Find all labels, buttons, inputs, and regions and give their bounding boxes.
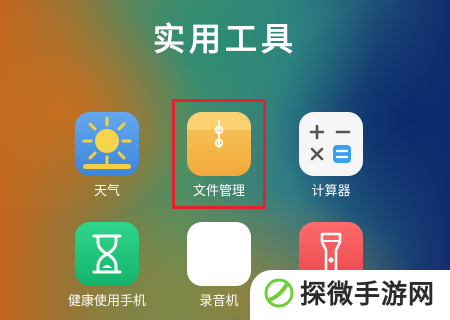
folder-title: 实用工具 (152, 20, 297, 58)
watermark-logo-icon (264, 278, 294, 308)
app-label-healthy-phone-use: 健康使用手机 (67, 294, 146, 309)
app-healthy-phone-use[interactable]: 健康使用手机 (52, 222, 162, 312)
hourglass-icon (75, 222, 139, 286)
app-calculator[interactable]: 计算器 (276, 112, 386, 202)
weather-sun-icon (75, 112, 139, 176)
calculator-icon (299, 112, 363, 176)
app-label-weather: 天气 (93, 184, 120, 199)
app-weather[interactable]: 天气 (52, 112, 162, 202)
watermark-text: 探微手游网 (300, 280, 436, 310)
highlight-box (172, 99, 266, 209)
app-label-calculator: 计算器 (311, 184, 351, 199)
sound-wave-icon (187, 222, 251, 286)
